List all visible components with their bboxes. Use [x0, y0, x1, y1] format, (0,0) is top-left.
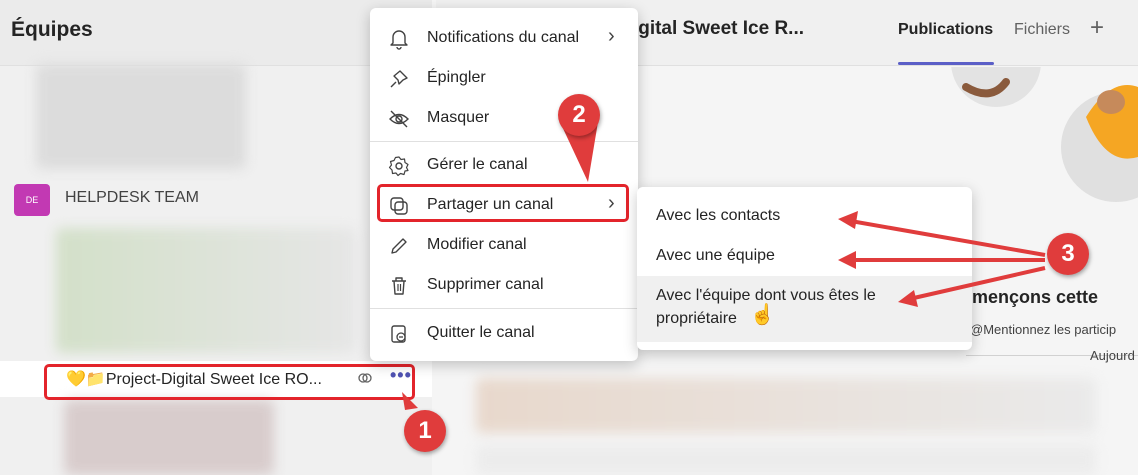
teams-title: Équipes: [11, 18, 93, 41]
submenu-item-label: Avec les contacts: [656, 207, 781, 224]
menu-divider: [370, 141, 638, 142]
active-tab-indicator: [898, 62, 994, 65]
date-label: Aujourd: [1090, 348, 1135, 363]
add-tab-button[interactable]: +: [1090, 14, 1104, 42]
share-channel-submenu: Avec les contacts Avec une équipe Avec l…: [637, 187, 972, 350]
annotation-badge-1: 1: [404, 410, 446, 452]
mention-hint: @Mentionnez les particip: [970, 322, 1117, 337]
teams-pane: Équipes DE HELPDESK TEAM 💛📁Project-Digit…: [0, 0, 432, 475]
gear-icon: [388, 155, 410, 177]
leave-icon: [388, 323, 410, 345]
blurred-content: [476, 445, 1096, 475]
blurred-content: [56, 228, 356, 353]
tab-publications[interactable]: Publications: [898, 21, 993, 39]
menu-item-label: Masquer: [427, 109, 490, 126]
team-row[interactable]: DE HELPDESK TEAM: [0, 178, 432, 218]
menu-item-label: Supprimer canal: [427, 276, 544, 293]
blurred-content: [476, 378, 1096, 433]
blurred-content: [36, 64, 246, 169]
welcome-heading: mmençons cette: [956, 287, 1099, 307]
eye-off-icon: [388, 108, 410, 130]
teams-header: Équipes: [0, 0, 432, 66]
tab-files[interactable]: Fichiers: [1014, 21, 1070, 39]
menu-item-label: Modifier canal: [427, 236, 527, 253]
pencil-icon: [388, 235, 410, 257]
pin-icon: [388, 68, 410, 90]
annotation-highlight-share: [377, 184, 629, 222]
annotation-highlight-channel: [44, 364, 415, 400]
menu-item-manage[interactable]: Gérer le canal: [370, 147, 638, 183]
menu-item-label: Épingler: [427, 69, 486, 86]
submenu-item-owned-team[interactable]: Avec l'équipe dont vous êtes le propriét…: [637, 276, 972, 342]
annotation-badge-3: 3: [1047, 233, 1089, 275]
menu-item-notifications[interactable]: Notifications du canal ›: [370, 20, 638, 56]
chevron-right-icon: ›: [608, 25, 615, 47]
hand-cursor-icon: ☝: [750, 304, 775, 326]
submenu-item-label: Avec l'équipe dont vous êtes le propriét…: [656, 287, 876, 327]
menu-item-delete[interactable]: Supprimer canal: [370, 267, 638, 303]
submenu-item-team[interactable]: Avec une équipe: [637, 237, 972, 273]
submenu-item-contacts[interactable]: Avec les contacts: [637, 197, 972, 233]
bell-icon: [388, 28, 410, 50]
submenu-item-label: Avec une équipe: [656, 247, 775, 264]
welcome-illustration: [951, 67, 1138, 202]
team-name: HELPDESK TEAM: [65, 189, 199, 206]
menu-item-label: Quitter le canal: [427, 324, 535, 341]
menu-divider: [370, 308, 638, 309]
menu-item-leave[interactable]: Quitter le canal: [370, 315, 638, 351]
menu-item-label: Gérer le canal: [427, 156, 528, 173]
team-avatar: DE: [14, 184, 50, 216]
menu-item-edit[interactable]: Modifier canal: [370, 227, 638, 263]
trash-icon: [388, 275, 410, 297]
annotation-badge-2: 2: [558, 94, 600, 136]
menu-item-label: Notifications du canal: [427, 29, 580, 46]
menu-item-pin[interactable]: Épingler: [370, 60, 638, 96]
blurred-content: [64, 400, 274, 475]
